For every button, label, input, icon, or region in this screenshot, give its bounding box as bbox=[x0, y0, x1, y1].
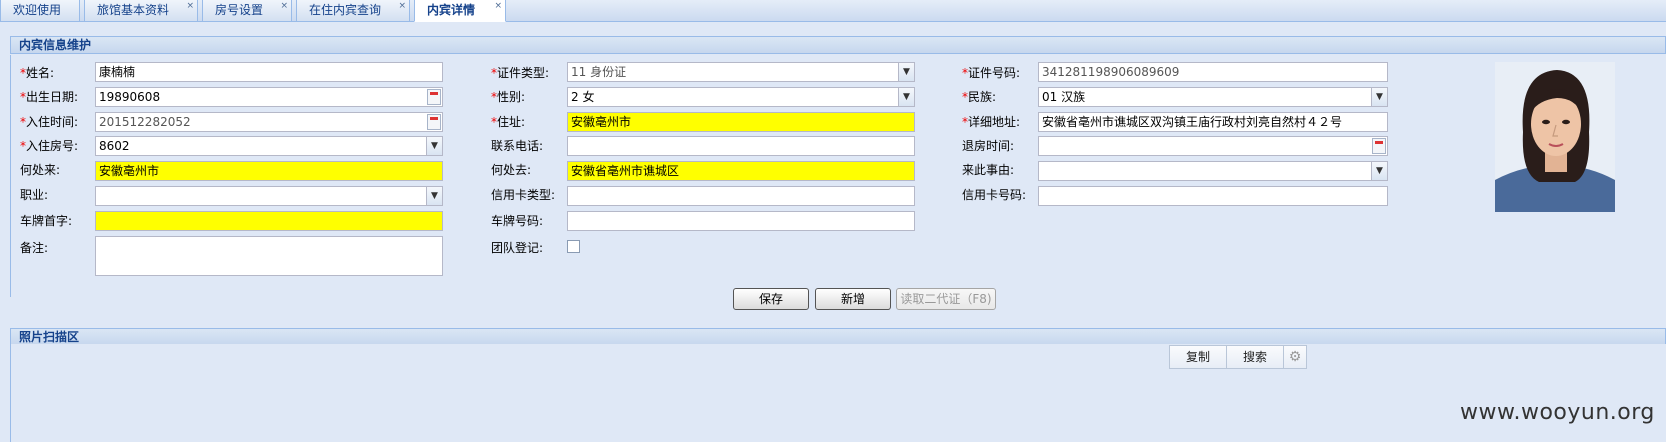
checkin-time-label: *入住时间: bbox=[20, 115, 79, 129]
group-reg-checkbox[interactable] bbox=[567, 240, 580, 253]
close-icon[interactable]: × bbox=[186, 0, 194, 12]
tab-guest-detail[interactable]: 内宾详情 × bbox=[414, 0, 506, 22]
phone-label: 联系电话: bbox=[491, 139, 544, 153]
checkout-time-input[interactable] bbox=[1038, 136, 1388, 156]
tab-label: 欢迎使用 bbox=[13, 3, 62, 17]
remarks-label: 备注: bbox=[20, 241, 49, 255]
reason-label: 来此事由: bbox=[962, 163, 1015, 177]
copy-button[interactable]: 复制 bbox=[1169, 345, 1227, 369]
id-no-input[interactable]: 341281198906089609 bbox=[1038, 62, 1388, 82]
close-icon[interactable]: × bbox=[280, 0, 288, 12]
plate-prefix-input[interactable] bbox=[95, 211, 443, 231]
guest-portrait-image bbox=[1495, 62, 1615, 212]
settings-button[interactable]: ⚙ bbox=[1283, 345, 1307, 369]
gender-select[interactable]: 2 女 ▼ bbox=[567, 87, 915, 107]
address-label: *住址: bbox=[491, 115, 526, 129]
group-reg-label: 团队登记: bbox=[491, 241, 544, 255]
tab-bar: 欢迎使用 旅馆基本资料 × 房号设置 × 在住内宾查询 × 内宾详情 × bbox=[0, 0, 1666, 22]
calendar-icon[interactable] bbox=[1372, 138, 1386, 154]
plate-prefix-label: 车牌首字: bbox=[20, 214, 73, 228]
close-icon[interactable]: × bbox=[398, 0, 406, 12]
guest-photo bbox=[1495, 62, 1615, 212]
card-type-label: 信用卡类型: bbox=[491, 188, 556, 202]
phone-input[interactable] bbox=[567, 136, 915, 156]
dropdown-arrow-icon[interactable]: ▼ bbox=[898, 88, 914, 106]
calendar-icon[interactable] bbox=[427, 89, 441, 105]
tab-welcome[interactable]: 欢迎使用 bbox=[0, 0, 80, 22]
dropdown-arrow-icon[interactable]: ▼ bbox=[426, 187, 442, 205]
tab-label: 内宾详情 bbox=[427, 3, 476, 17]
calendar-icon[interactable] bbox=[427, 114, 441, 130]
came-from-label: 何处来: bbox=[20, 163, 61, 177]
dropdown-arrow-icon[interactable]: ▼ bbox=[1371, 88, 1387, 106]
dropdown-arrow-icon[interactable]: ▼ bbox=[1371, 162, 1387, 180]
photo-scan-area bbox=[10, 344, 1666, 442]
tab-hotel-basic-info[interactable]: 旅馆基本资料 × bbox=[84, 0, 198, 22]
section-title: 内宾信息维护 bbox=[19, 38, 92, 52]
card-no-label: 信用卡号码: bbox=[962, 188, 1027, 202]
id-no-label: *证件号码: bbox=[962, 66, 1021, 80]
occupation-label: 职业: bbox=[20, 188, 49, 202]
section-guest-info-header: 内宾信息维护 bbox=[10, 36, 1666, 54]
ethnicity-label: *民族: bbox=[962, 90, 997, 104]
add-button[interactable]: 新增 bbox=[815, 288, 891, 310]
detail-address-input[interactable]: 安徽省亳州市谯城区双沟镇王庙行政村刘亮自然村４２号 bbox=[1038, 112, 1388, 132]
id-type-select[interactable]: 11 身份证 ▼ bbox=[567, 62, 915, 82]
search-button[interactable]: 搜索 bbox=[1226, 345, 1284, 369]
gear-icon: ⚙ bbox=[1288, 349, 1302, 365]
close-icon[interactable]: × bbox=[494, 0, 502, 12]
dropdown-arrow-icon[interactable]: ▼ bbox=[898, 63, 914, 81]
save-button[interactable]: 保存 bbox=[733, 288, 809, 310]
occupation-select[interactable]: ▼ bbox=[95, 186, 443, 206]
remarks-textarea[interactable] bbox=[95, 236, 443, 276]
name-input[interactable]: 康楠楠 bbox=[95, 62, 443, 82]
checkout-time-label: 退房时间: bbox=[962, 139, 1015, 153]
tab-label: 旅馆基本资料 bbox=[97, 3, 170, 17]
plate-no-label: 车牌号码: bbox=[491, 214, 544, 228]
address-input[interactable]: 安徽亳州市 bbox=[567, 112, 915, 132]
plate-no-input[interactable] bbox=[567, 211, 915, 231]
came-from-input[interactable]: 安徽亳州市 bbox=[95, 161, 443, 181]
room-no-label: *入住房号: bbox=[20, 139, 79, 153]
gender-label: *性别: bbox=[491, 90, 526, 104]
detail-address-label: *详细地址: bbox=[962, 115, 1021, 129]
card-type-input[interactable] bbox=[567, 186, 915, 206]
section-title: 照片扫描区 bbox=[19, 330, 80, 344]
ethnicity-select[interactable]: 01 汉族 ▼ bbox=[1038, 87, 1388, 107]
birth-date-label: *出生日期: bbox=[20, 90, 79, 104]
dropdown-arrow-icon[interactable]: ▼ bbox=[426, 137, 442, 155]
read-id-card-button[interactable]: 读取二代证（F8) bbox=[896, 288, 996, 310]
card-no-input[interactable] bbox=[1038, 186, 1388, 206]
tab-room-settings[interactable]: 房号设置 × bbox=[202, 0, 292, 22]
tab-label: 房号设置 bbox=[215, 3, 264, 17]
name-label: *姓名: bbox=[20, 66, 55, 80]
room-no-select[interactable]: 8602 ▼ bbox=[95, 136, 443, 156]
reason-select[interactable]: ▼ bbox=[1038, 161, 1388, 181]
going-to-input[interactable]: 安徽省亳州市谯城区 bbox=[567, 161, 915, 181]
birth-date-input[interactable]: 19890608 bbox=[95, 87, 443, 107]
going-to-label: 何处去: bbox=[491, 163, 532, 177]
watermark: www.wooyun.org bbox=[1460, 400, 1655, 425]
tab-guest-query[interactable]: 在住内宾查询 × bbox=[296, 0, 410, 22]
checkin-time-input[interactable]: 201512282052 bbox=[95, 112, 443, 132]
tab-label: 在住内宾查询 bbox=[309, 3, 382, 17]
id-type-label: *证件类型: bbox=[491, 66, 550, 80]
